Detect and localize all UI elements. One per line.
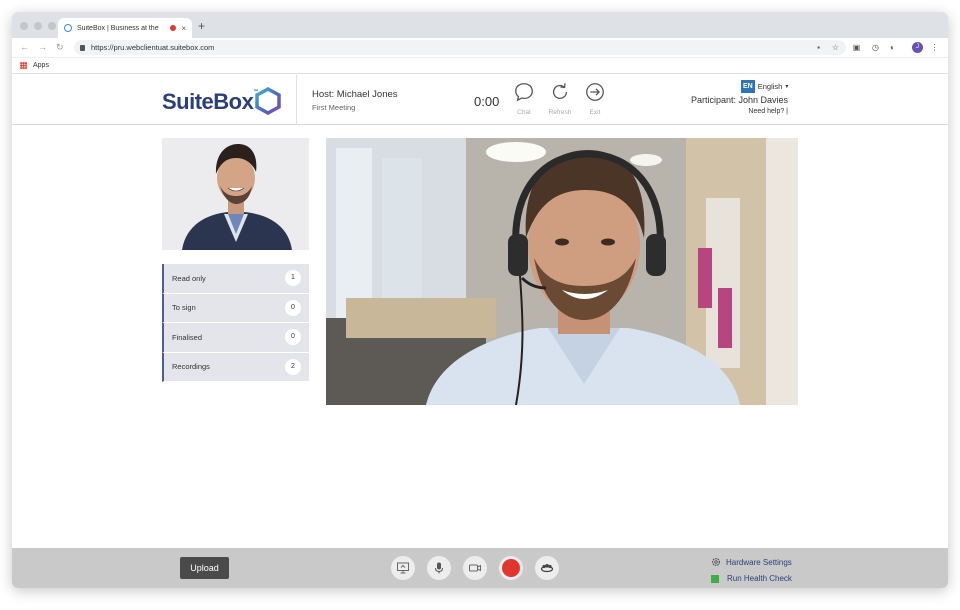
lock-icon bbox=[80, 44, 85, 51]
meeting-name: First Meeting bbox=[312, 103, 356, 112]
documents-count-badge: 0 bbox=[285, 329, 301, 346]
tab-strip: SuiteBox | Business at the × + bbox=[12, 12, 948, 38]
suitebox-hexagon-icon bbox=[255, 87, 281, 115]
record-dot-icon bbox=[502, 559, 520, 577]
share-screen-button[interactable] bbox=[391, 556, 415, 580]
chat-label: Chat bbox=[517, 109, 531, 116]
suitebox-favicon-icon bbox=[64, 24, 72, 32]
logo-text: SuiteBox bbox=[162, 89, 254, 114]
documents-item-label: Read only bbox=[172, 273, 206, 283]
meeting-timer: 0:00 bbox=[474, 94, 500, 109]
bookmark-star-icon[interactable]: ☆ bbox=[831, 43, 840, 52]
close-window-button[interactable] bbox=[20, 22, 28, 30]
tab-title: SuiteBox | Business at the bbox=[77, 24, 159, 32]
back-arrow-icon[interactable]: ← bbox=[20, 42, 29, 52]
documents-panel: Read only 1 To sign 0 Finalised 0 Record… bbox=[162, 264, 309, 382]
upload-button[interactable]: Upload bbox=[180, 557, 229, 579]
chevron-down-icon: ▾ bbox=[785, 84, 789, 90]
participants-icon bbox=[540, 564, 554, 573]
documents-item-label: Recordings bbox=[172, 362, 210, 372]
host-avatar-image bbox=[162, 138, 309, 250]
documents-count-badge: 2 bbox=[285, 358, 301, 375]
new-tab-button[interactable]: + bbox=[198, 19, 205, 33]
need-help-link[interactable]: Need help? | bbox=[748, 108, 788, 115]
documents-item-label: To sign bbox=[172, 303, 196, 313]
documents-count-badge: 0 bbox=[285, 299, 301, 316]
health-check-link[interactable]: Run Health Check bbox=[711, 574, 792, 583]
chat-bubble-icon bbox=[515, 83, 533, 102]
participant-video-feed bbox=[326, 138, 798, 405]
documents-recordings[interactable]: Recordings 2 bbox=[162, 352, 309, 382]
address-bar[interactable]: https://pru.webclientuat.suitebox.com bbox=[74, 40, 846, 55]
host-name: Host: Michael Jones bbox=[312, 89, 398, 100]
participant-name: Participant: John Davies bbox=[690, 95, 788, 105]
extension-clock-icon[interactable]: ◷ bbox=[871, 43, 880, 52]
maximize-window-button[interactable] bbox=[48, 22, 56, 30]
refresh-label: Refresh bbox=[548, 109, 572, 116]
app-header: SuiteBox™ Host: Michael Jones First Meet… bbox=[12, 75, 948, 125]
health-status-icon bbox=[711, 574, 719, 583]
reload-icon[interactable]: ↻ bbox=[56, 42, 64, 53]
browser-window: SuiteBox | Business at the × + ← → ↻ htt… bbox=[12, 12, 948, 588]
gear-icon bbox=[711, 557, 721, 567]
language-name: English bbox=[757, 82, 783, 91]
browser-toolbar: ← → ↻ https://pru.webclientuat.suitebox.… bbox=[12, 38, 948, 58]
window-controls bbox=[20, 22, 56, 30]
participant-video-image bbox=[326, 138, 798, 405]
documents-read-only[interactable]: Read only 1 bbox=[162, 264, 309, 294]
recording-indicator-icon bbox=[170, 25, 177, 31]
host-video-thumbnail bbox=[162, 138, 309, 250]
exit-icon bbox=[586, 83, 604, 101]
screen-share-icon bbox=[397, 562, 409, 574]
bookmarks-bar: Apps bbox=[12, 58, 948, 74]
microphone-icon bbox=[435, 562, 443, 574]
exit-button[interactable]: Exit bbox=[578, 81, 612, 116]
language-code-badge: EN bbox=[741, 80, 755, 93]
documents-item-label: Finalised bbox=[172, 332, 203, 342]
browser-tab[interactable]: SuiteBox | Business at the × bbox=[58, 18, 192, 38]
documents-count-badge: 1 bbox=[285, 270, 301, 287]
bookmark-apps[interactable]: Apps bbox=[33, 62, 49, 69]
participants-button[interactable] bbox=[535, 556, 559, 580]
chat-button[interactable]: Chat bbox=[507, 81, 541, 116]
camera-button[interactable] bbox=[463, 556, 487, 580]
record-button[interactable] bbox=[499, 556, 523, 580]
header-divider bbox=[296, 75, 297, 125]
extension-circle-icon[interactable]: ◐ bbox=[888, 43, 897, 52]
exit-label: Exit bbox=[589, 109, 601, 116]
documents-finalised[interactable]: Finalised 0 bbox=[162, 323, 309, 353]
profile-avatar[interactable]: J bbox=[912, 42, 923, 53]
video-camera-icon bbox=[469, 564, 481, 572]
browser-menu-icon[interactable]: ⋮ bbox=[930, 43, 939, 52]
health-check-label: Run Health Check bbox=[727, 574, 792, 583]
forward-arrow-icon[interactable]: → bbox=[38, 42, 47, 52]
language-selector[interactable]: EN English ▾ bbox=[741, 80, 788, 93]
tab-close-button[interactable]: × bbox=[181, 24, 186, 33]
meeting-controls-bar: Upload Hardware Settings Run Health Chec… bbox=[12, 548, 948, 588]
extension-icon[interactable]: ▣ bbox=[852, 43, 861, 52]
apps-grid-icon bbox=[20, 62, 27, 69]
camera-permission-icon[interactable]: ▪ bbox=[814, 43, 823, 52]
refresh-icon bbox=[552, 83, 568, 100]
documents-to-sign[interactable]: To sign 0 bbox=[162, 293, 309, 323]
hardware-settings-label: Hardware Settings bbox=[726, 557, 792, 567]
url-text: https://pru.webclientuat.suitebox.com bbox=[91, 43, 215, 52]
microphone-button[interactable] bbox=[427, 556, 451, 580]
minimize-window-button[interactable] bbox=[34, 22, 42, 30]
suitebox-logo: SuiteBox™ bbox=[162, 89, 258, 115]
refresh-button[interactable]: Refresh bbox=[543, 81, 577, 116]
hardware-settings-link[interactable]: Hardware Settings bbox=[711, 557, 792, 567]
